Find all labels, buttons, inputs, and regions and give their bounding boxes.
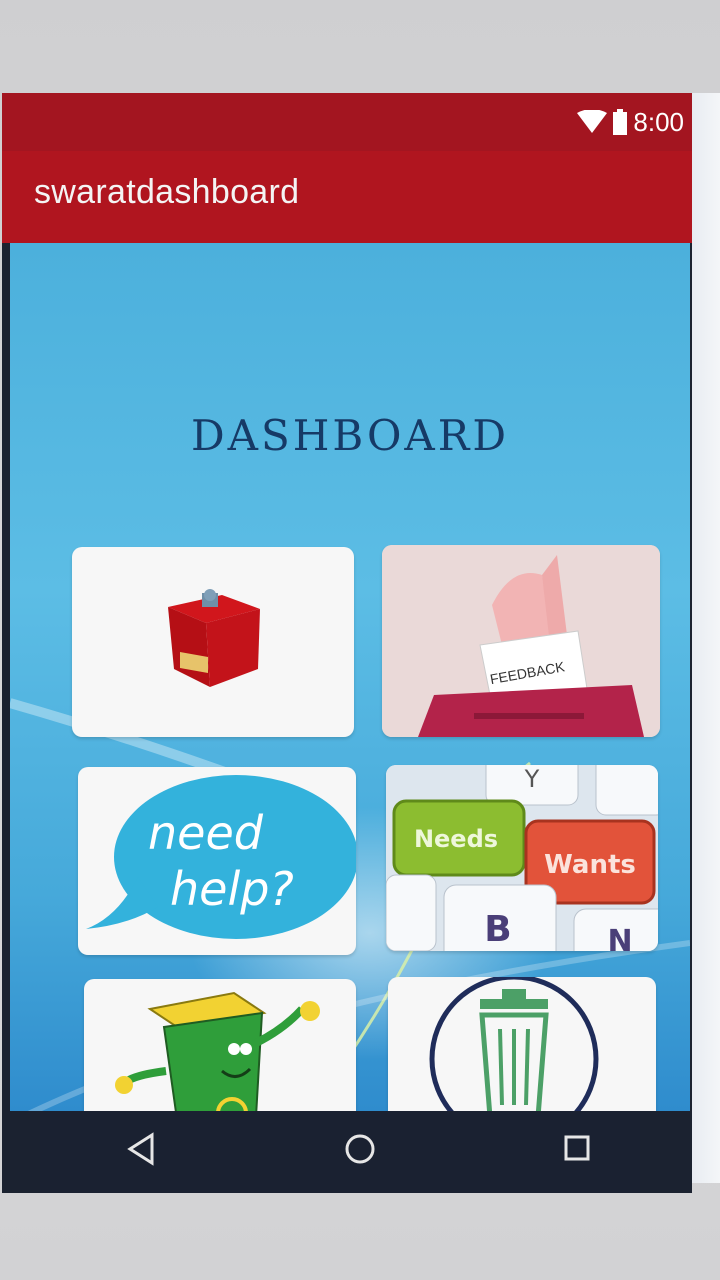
complaint-box-icon bbox=[168, 589, 260, 687]
complaint-box-tile[interactable] bbox=[72, 547, 354, 737]
key-y-label: Y bbox=[524, 765, 540, 793]
status-time: 8:00 bbox=[633, 106, 684, 137]
key-n-label: N bbox=[607, 924, 632, 951]
dashboard-content: DASHBOARD FEEDBACK need help? Y Needs Wa… bbox=[10, 243, 690, 1111]
wifi-icon bbox=[577, 110, 608, 133]
feedback-ballot-icon: FEEDBACK bbox=[382, 545, 660, 737]
search-bin-tile[interactable] bbox=[388, 977, 656, 1111]
app-title: swaratdashboard bbox=[34, 173, 300, 211]
phone-screen: 8:00 swaratdashboard DASHBOARD FEEDBACK … bbox=[2, 93, 692, 1193]
home-icon[interactable] bbox=[342, 1131, 378, 1167]
status-bar: 8:00 bbox=[2, 93, 692, 151]
recents-icon[interactable] bbox=[560, 1131, 594, 1165]
need-help-tile[interactable]: need help? bbox=[78, 767, 356, 955]
help-caption: help? bbox=[170, 862, 294, 916]
feedback-tile[interactable]: FEEDBACK bbox=[382, 545, 660, 737]
waste-bin-tile[interactable] bbox=[84, 979, 356, 1111]
wants-key-label: Wants bbox=[544, 850, 636, 880]
need-caption: need bbox=[148, 806, 264, 860]
battery-icon bbox=[613, 109, 628, 135]
key-b-label: B bbox=[484, 909, 511, 950]
dashboard-title: DASHBOARD bbox=[190, 411, 510, 460]
device-edge bbox=[692, 93, 720, 1183]
app-bar: swaratdashboard bbox=[2, 151, 692, 243]
back-icon[interactable] bbox=[126, 1131, 156, 1167]
needs-wants-tile[interactable]: Y Needs Wants B N bbox=[386, 765, 658, 951]
navigation-bar bbox=[40, 1111, 640, 1193]
cartoon-bin-icon bbox=[115, 991, 320, 1111]
speech-bubble-icon: need help? bbox=[86, 775, 356, 939]
magnifier-trash-icon bbox=[429, 977, 599, 1111]
needs-key-label: Needs bbox=[414, 825, 498, 853]
keyboard-keys-icon: Y Needs Wants B N bbox=[386, 765, 658, 951]
